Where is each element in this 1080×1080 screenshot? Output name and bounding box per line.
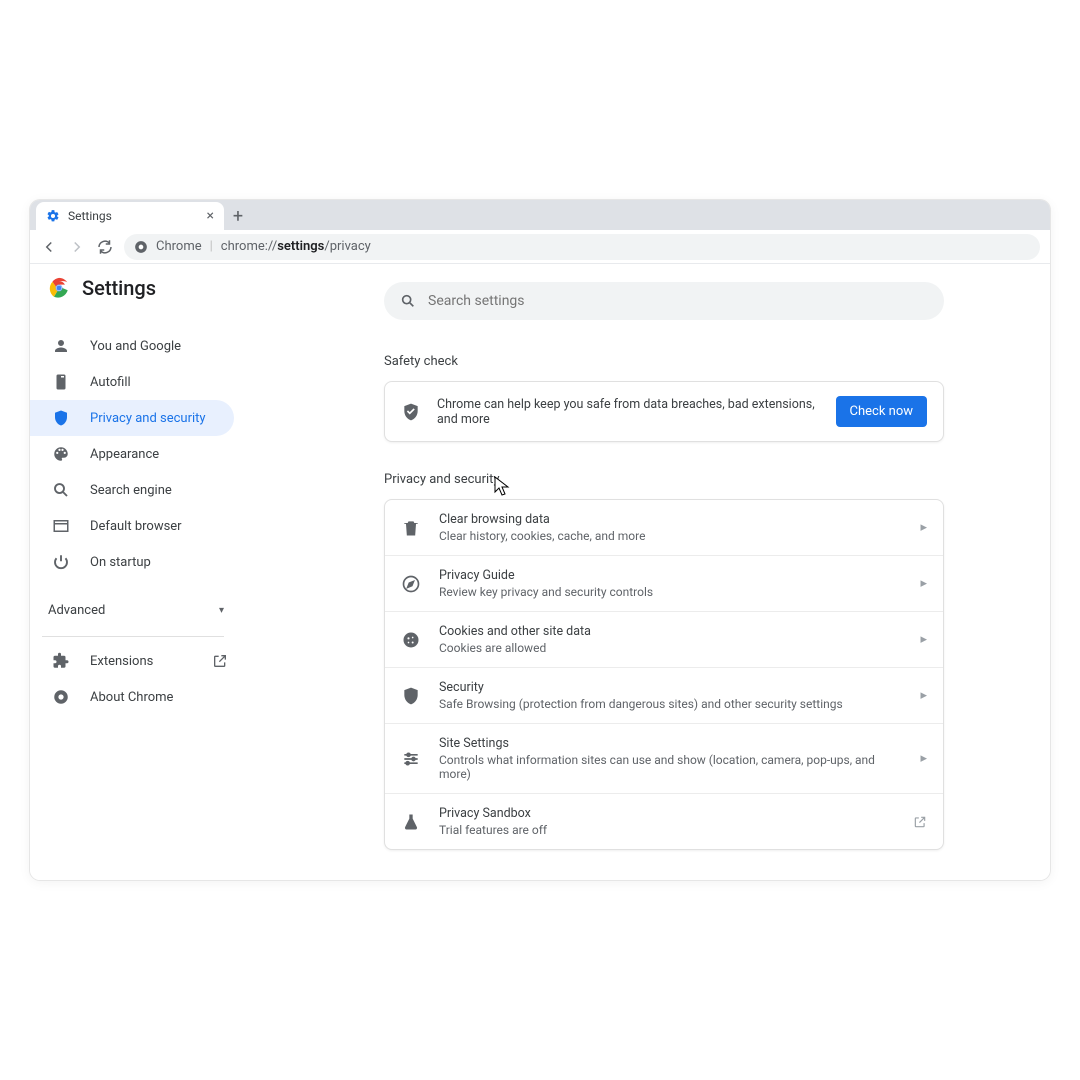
sidebar-item-autofill[interactable]: Autofill [30, 364, 234, 400]
sidebar-item-label: Privacy and security [90, 411, 234, 426]
puzzle-icon [52, 652, 70, 670]
caret-down-icon: ▾ [219, 605, 224, 616]
chrome-badge-icon [134, 240, 148, 254]
external-link-icon [913, 815, 927, 829]
row-title: Privacy Guide [439, 568, 902, 583]
chevron-right-icon: ▸ [920, 632, 927, 647]
sidebar-item-label: About Chrome [90, 690, 234, 705]
search-icon [52, 481, 70, 499]
row-privacy-guide[interactable]: Privacy Guide Review key privacy and sec… [385, 555, 943, 611]
browser-tab[interactable]: Settings × [36, 202, 224, 230]
sliders-icon [401, 749, 421, 769]
sidebar-item-appearance[interactable]: Appearance [30, 436, 234, 472]
browser-window: Settings × + Chrome | chrome://settings/… [30, 200, 1050, 880]
search-icon [400, 293, 416, 309]
row-clear-browsing-data[interactable]: Clear browsing data Clear history, cooki… [385, 500, 943, 555]
cookie-icon [401, 630, 421, 650]
omnibox-url: chrome://settings/privacy [221, 239, 371, 254]
sidebar-item-search-engine[interactable]: Search engine [30, 472, 234, 508]
advanced-toggle[interactable]: Advanced ▾ [48, 590, 234, 630]
external-link-icon [212, 653, 228, 669]
sidebar-item-label: You and Google [90, 339, 234, 354]
shield-check-icon [401, 402, 421, 422]
tab-title: Settings [68, 209, 112, 223]
forward-button[interactable] [68, 238, 86, 256]
shield-icon [52, 409, 70, 427]
sidebar-item-label: Extensions [90, 654, 192, 669]
search-settings[interactable] [384, 282, 944, 320]
sidebar-nav: You and Google Autofill Privacy and secu… [48, 328, 234, 580]
row-subtitle: Cookies are allowed [439, 641, 902, 655]
row-security[interactable]: Security Safe Browsing (protection from … [385, 667, 943, 723]
content: Settings You and Google Autofill Privacy… [30, 264, 1050, 880]
row-site-settings[interactable]: Site Settings Controls what information … [385, 723, 943, 793]
row-subtitle: Trial features are off [439, 823, 895, 837]
omnibox-source: Chrome [156, 239, 202, 254]
sidebar-item-label: Search engine [90, 483, 234, 498]
sidebar-item-label: Autofill [90, 375, 234, 390]
chevron-right-icon: ▸ [920, 751, 927, 766]
shield-icon [401, 686, 421, 706]
sidebar-item-label: Appearance [90, 447, 234, 462]
row-title: Privacy Sandbox [439, 806, 895, 821]
chevron-right-icon: ▸ [920, 520, 927, 535]
privacy-section-title: Privacy and security [384, 472, 950, 487]
search-input[interactable] [428, 293, 928, 309]
safety-check-title: Safety check [384, 354, 950, 369]
sidebar: Settings You and Google Autofill Privacy… [30, 264, 234, 880]
new-tab-button[interactable]: + [224, 202, 252, 230]
sidebar-footer: Extensions About Chrome [48, 643, 234, 715]
sidebar-item-on-startup[interactable]: On startup [30, 544, 234, 580]
chrome-icon [52, 688, 70, 706]
toolbar: Chrome | chrome://settings/privacy [30, 230, 1050, 264]
sidebar-item-label: Default browser [90, 519, 234, 534]
row-subtitle: Review key privacy and security controls [439, 585, 902, 599]
row-title: Security [439, 680, 902, 695]
power-icon [52, 553, 70, 571]
row-title: Clear browsing data [439, 512, 902, 527]
divider [42, 636, 224, 637]
chevron-right-icon: ▸ [920, 688, 927, 703]
main-area: Safety check Chrome can help keep you sa… [234, 264, 1050, 880]
row-privacy-sandbox[interactable]: Privacy Sandbox Trial features are off [385, 793, 943, 849]
flask-icon [401, 812, 421, 832]
chrome-logo-icon [48, 277, 70, 299]
sidebar-item-about-chrome[interactable]: About Chrome [30, 679, 234, 715]
person-icon [52, 337, 70, 355]
row-title: Cookies and other site data [439, 624, 902, 639]
sidebar-item-privacy-security[interactable]: Privacy and security [30, 400, 234, 436]
palette-icon [52, 445, 70, 463]
row-subtitle: Safe Browsing (protection from dangerous… [439, 697, 902, 711]
sidebar-item-extensions[interactable]: Extensions [30, 643, 234, 679]
gear-icon [46, 209, 60, 223]
address-bar[interactable]: Chrome | chrome://settings/privacy [124, 234, 1040, 260]
advanced-label: Advanced [48, 603, 105, 618]
page-title: Settings [82, 276, 156, 300]
row-subtitle: Clear history, cookies, cache, and more [439, 529, 902, 543]
browser-icon [52, 517, 70, 535]
trash-icon [401, 518, 421, 538]
check-now-button[interactable]: Check now [836, 396, 928, 427]
chevron-right-icon: ▸ [920, 576, 927, 591]
settings-header: Settings [48, 276, 234, 300]
sidebar-item-you-and-google[interactable]: You and Google [30, 328, 234, 364]
reload-button[interactable] [96, 238, 114, 256]
compass-icon [401, 574, 421, 594]
sidebar-item-label: On startup [90, 555, 234, 570]
sidebar-item-default-browser[interactable]: Default browser [30, 508, 234, 544]
row-title: Site Settings [439, 736, 902, 751]
row-subtitle: Controls what information sites can use … [439, 753, 902, 781]
clipboard-icon [52, 373, 70, 391]
privacy-card: Clear browsing data Clear history, cooki… [384, 499, 944, 850]
back-button[interactable] [40, 238, 58, 256]
tab-strip: Settings × + [30, 200, 1050, 230]
close-icon[interactable]: × [207, 209, 214, 223]
safety-check-text: Chrome can help keep you safe from data … [437, 397, 820, 427]
row-cookies[interactable]: Cookies and other site data Cookies are … [385, 611, 943, 667]
safety-check-card: Chrome can help keep you safe from data … [384, 381, 944, 442]
